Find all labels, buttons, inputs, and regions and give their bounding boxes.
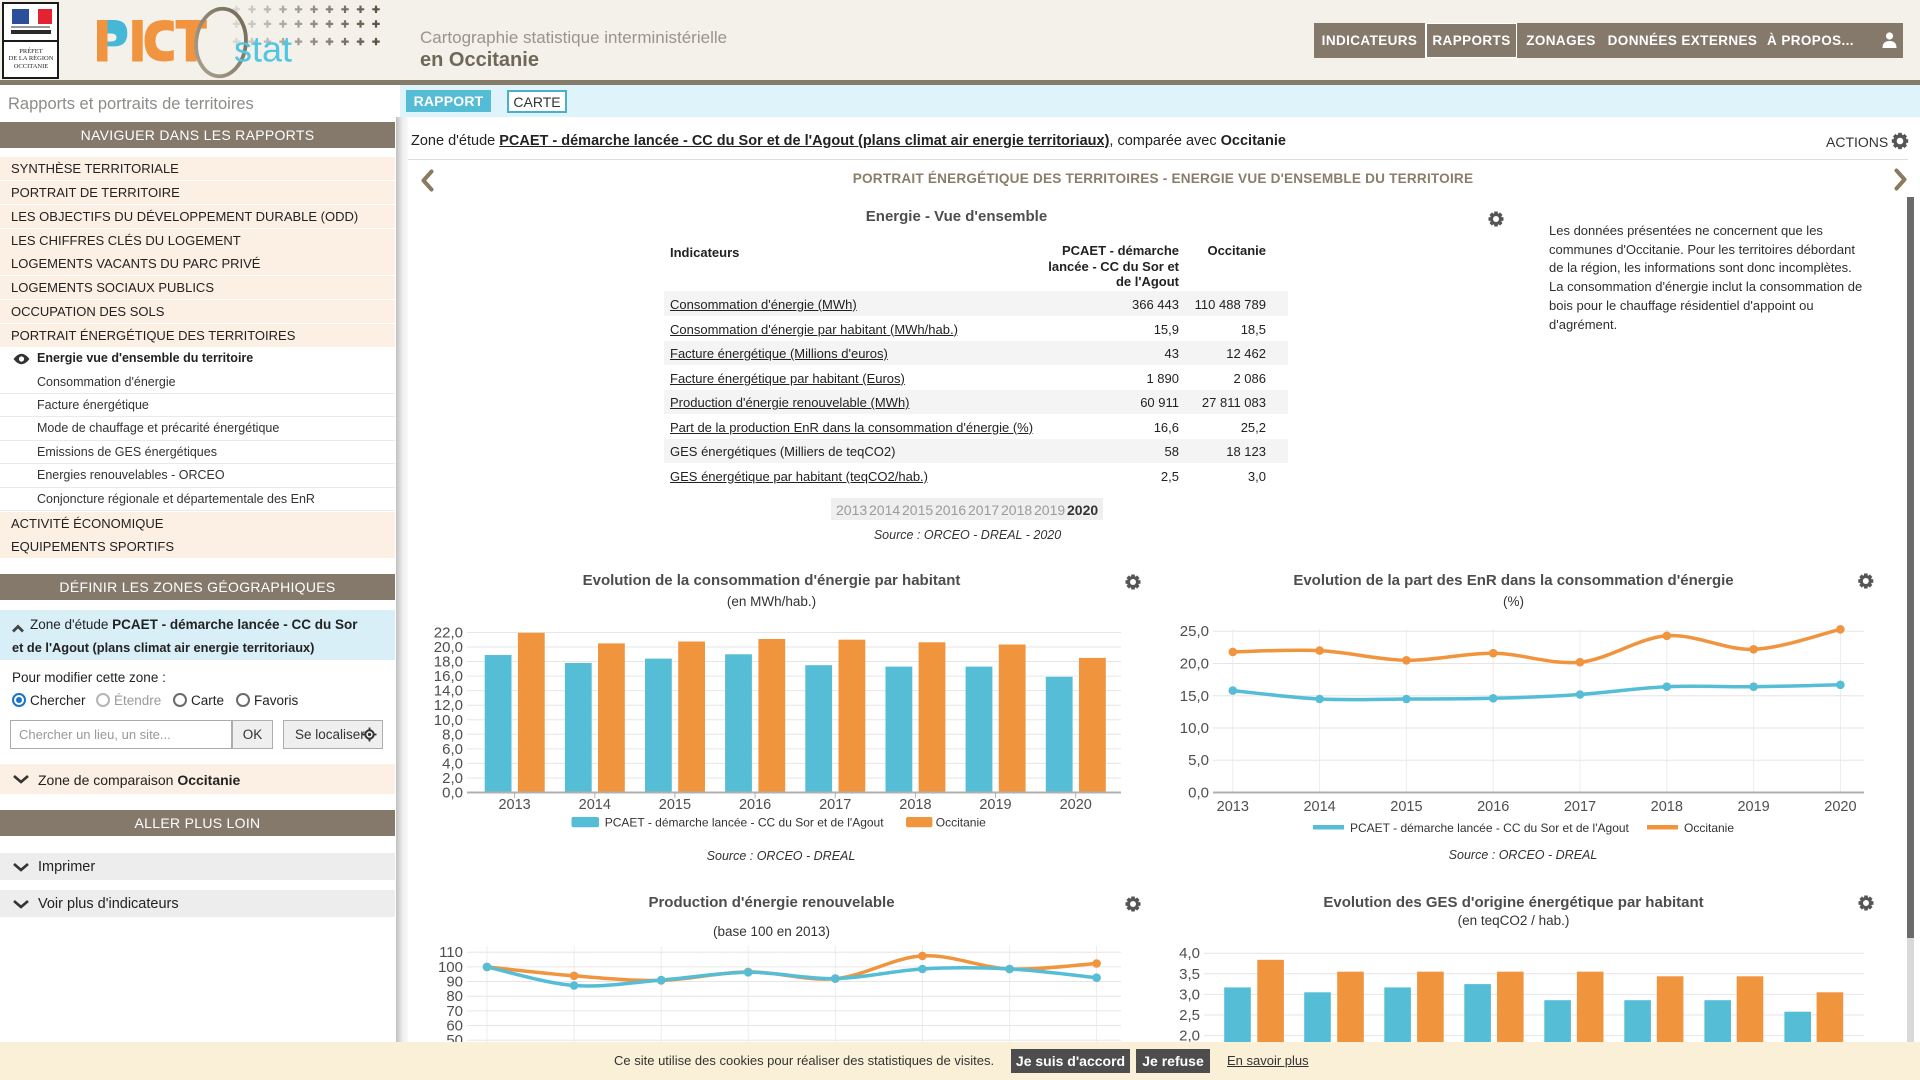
svg-text:110: 110 — [439, 944, 463, 961]
svg-text:2017: 2017 — [1564, 799, 1596, 815]
svg-text:10,0: 10,0 — [1180, 720, 1209, 737]
svg-text:2014: 2014 — [1303, 799, 1335, 815]
svg-text:6,0: 6,0 — [442, 741, 463, 758]
svg-text:80: 80 — [446, 988, 463, 1005]
svg-text:Source : ORCEO - DREAL: Source : ORCEO - DREAL — [1449, 848, 1598, 862]
svg-text:2,5: 2,5 — [1179, 1007, 1200, 1024]
svg-text:2017: 2017 — [819, 797, 851, 813]
svg-text:3,0: 3,0 — [1179, 986, 1200, 1003]
svg-text:15,0: 15,0 — [1180, 688, 1209, 705]
svg-text:PCAET - démarche lancée - CC d: PCAET - démarche lancée - CC du Sor et d… — [605, 816, 885, 830]
svg-text:25,0: 25,0 — [1180, 623, 1209, 640]
svg-text:4,0: 4,0 — [442, 755, 463, 772]
svg-text:Occitanie: Occitanie — [936, 816, 986, 830]
svg-text:5,0: 5,0 — [1188, 752, 1209, 769]
svg-text:12,0: 12,0 — [434, 697, 463, 714]
svg-text:4,0: 4,0 — [1179, 945, 1200, 962]
svg-text:0,0: 0,0 — [1188, 785, 1209, 802]
svg-text:3,5: 3,5 — [1179, 966, 1200, 983]
svg-text:10,0: 10,0 — [434, 712, 463, 729]
svg-text:Source : ORCEO - DREAL: Source : ORCEO - DREAL — [707, 849, 856, 863]
svg-text:Occitanie: Occitanie — [1684, 821, 1734, 835]
svg-text:2018: 2018 — [1651, 799, 1683, 815]
svg-text:2013: 2013 — [498, 797, 530, 813]
svg-text:2019: 2019 — [979, 797, 1011, 813]
svg-text:2015: 2015 — [1390, 799, 1422, 815]
svg-text:2018: 2018 — [899, 797, 931, 813]
svg-text:2016: 2016 — [1477, 799, 1509, 815]
svg-text:2015: 2015 — [659, 797, 691, 813]
svg-text:20,0: 20,0 — [434, 639, 463, 656]
svg-text:18,0: 18,0 — [434, 654, 463, 671]
svg-text:PCAET - démarche lancée - CC d: PCAET - démarche lancée - CC du Sor et d… — [1350, 821, 1630, 835]
svg-text:90: 90 — [446, 974, 463, 991]
svg-text:16,0: 16,0 — [434, 668, 463, 685]
svg-text:2013: 2013 — [1217, 799, 1249, 815]
svg-text:8,0: 8,0 — [442, 726, 463, 743]
svg-text:100: 100 — [438, 959, 463, 976]
svg-text:70: 70 — [446, 1003, 463, 1020]
svg-text:2016: 2016 — [739, 797, 771, 813]
svg-text:2020: 2020 — [1060, 797, 1092, 813]
svg-text:22,0: 22,0 — [434, 625, 463, 642]
svg-text:20,0: 20,0 — [1180, 656, 1209, 673]
svg-text:2,0: 2,0 — [442, 770, 463, 787]
svg-text:2014: 2014 — [579, 797, 611, 813]
svg-text:2020: 2020 — [1824, 799, 1856, 815]
svg-text:0,0: 0,0 — [442, 785, 463, 802]
svg-text:60: 60 — [446, 1018, 463, 1035]
svg-text:2,0: 2,0 — [1179, 1028, 1200, 1042]
svg-text:stat: stat — [234, 29, 292, 70]
svg-text:14,0: 14,0 — [434, 683, 463, 700]
svg-text:2019: 2019 — [1737, 799, 1769, 815]
